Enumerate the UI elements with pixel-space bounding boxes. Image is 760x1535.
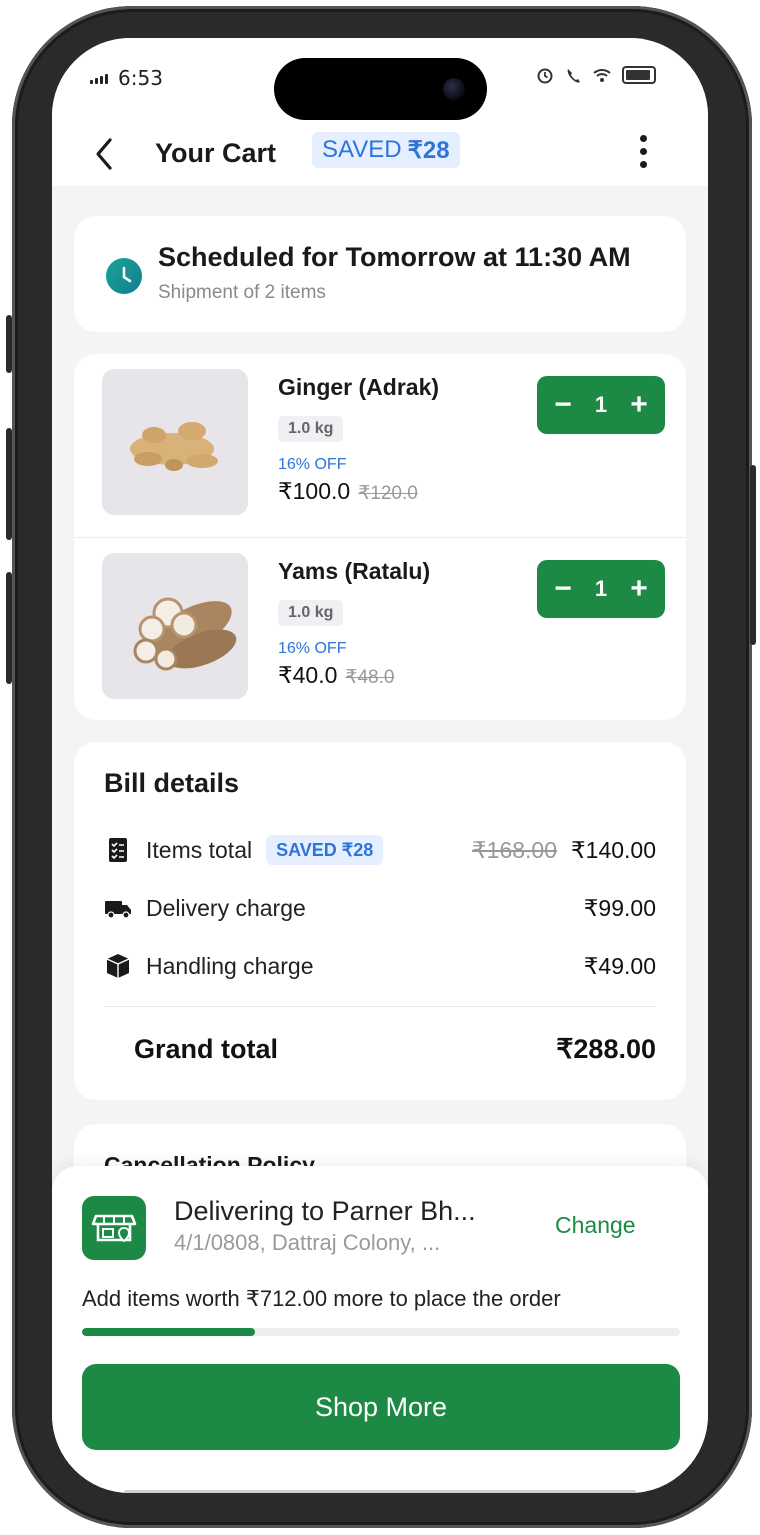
weight-tag: 1.0 kg xyxy=(278,600,344,626)
schedule-subtitle: Shipment of 2 items xyxy=(158,282,326,303)
schedule-title: Scheduled for Tomorrow at 11:30 AM xyxy=(158,242,631,272)
volume-up-button xyxy=(6,428,12,540)
home-indicator xyxy=(124,1490,636,1493)
plus-icon[interactable]: + xyxy=(627,390,651,420)
quantity-value: 1 xyxy=(594,392,608,417)
items-total-label: Items total xyxy=(146,836,253,863)
cart-item: Ginger (Adrak) 1.0 kg 16% OFF ₹100.0 ₹12… xyxy=(74,354,686,537)
top-bar: Your Cart SAVED ₹28 xyxy=(52,128,708,186)
min-order-progress-fill xyxy=(82,1328,256,1336)
schedule-card: Scheduled for Tomorrow at 11:30 AM Shipm… xyxy=(74,216,686,332)
handling-charge-label: Handling charge xyxy=(146,952,314,979)
quantity-stepper: − 1 + xyxy=(537,560,665,618)
selling-price: ₹100.0 xyxy=(278,478,351,504)
items-saved-badge: SAVED ₹28 xyxy=(266,835,384,865)
saved-badge: SAVED ₹28 xyxy=(312,132,460,168)
grand-total-value: ₹288.00 xyxy=(556,1034,656,1064)
weight-tag: 1.0 kg xyxy=(278,416,344,442)
alarm-icon xyxy=(537,68,553,84)
mrp-price: ₹48.0 xyxy=(345,667,395,688)
kebab-menu-icon[interactable] xyxy=(638,132,648,174)
price-row: ₹40.0 ₹48.0 xyxy=(278,662,394,689)
delivery-charge-value: ₹99.00 xyxy=(583,894,656,921)
product-image-ginger[interactable] xyxy=(102,369,248,515)
discount-label: 16% OFF xyxy=(278,456,347,473)
action-button xyxy=(6,315,12,373)
mrp-price: ₹120.0 xyxy=(358,483,418,504)
checklist-icon xyxy=(109,838,127,862)
cart-items-card: Ginger (Adrak) 1.0 kg 16% OFF ₹100.0 ₹12… xyxy=(74,354,686,720)
items-total-value: ₹140.00 xyxy=(571,836,656,863)
back-arrow-icon[interactable] xyxy=(90,134,120,174)
minus-icon[interactable]: − xyxy=(551,390,575,420)
selling-price: ₹40.0 xyxy=(278,662,338,688)
quantity-value: 1 xyxy=(594,576,608,601)
volume-down-button xyxy=(6,572,12,684)
saved-badge-amount: ₹28 xyxy=(407,136,450,164)
change-address-link[interactable]: Change xyxy=(555,1212,636,1239)
min-order-message: Add items worth ₹712.00 more to place th… xyxy=(82,1286,561,1311)
wifi-call-icon xyxy=(567,69,580,83)
discount-label: 16% OFF xyxy=(278,640,347,657)
plus-icon[interactable]: + xyxy=(627,574,651,604)
battery-icon xyxy=(622,66,656,84)
product-name[interactable]: Yams (Ratalu) xyxy=(278,558,430,585)
power-button xyxy=(750,465,756,645)
product-name[interactable]: Ginger (Adrak) xyxy=(278,374,439,401)
wifi-icon xyxy=(593,69,611,82)
saved-badge-label: SAVED xyxy=(322,136,402,163)
checkout-sheet: Delivering to Parner Bh... 4/1/0808, Dat… xyxy=(52,1166,708,1493)
bill-divider xyxy=(104,1006,656,1007)
delivery-title: Delivering to Parner Bh... xyxy=(174,1196,476,1226)
page-title: Your Cart xyxy=(155,138,277,168)
box-icon xyxy=(106,954,130,978)
clock-icon xyxy=(106,258,142,294)
minus-icon[interactable]: − xyxy=(551,574,575,604)
delivery-charge-row: Delivery charge ₹99.00 xyxy=(104,888,656,928)
truck-icon xyxy=(105,901,131,919)
price-row: ₹100.0 ₹120.0 xyxy=(278,478,418,505)
bill-title: Bill details xyxy=(104,768,240,798)
grand-total-label: Grand total xyxy=(134,1034,279,1064)
store-icon xyxy=(82,1196,146,1260)
shop-more-button[interactable]: Shop More xyxy=(82,1364,680,1450)
status-time: 6:53 xyxy=(118,66,163,90)
screen: 6:53 Your Cart SAVED ₹28 Scheduled for T… xyxy=(52,38,708,1493)
items-total-row: Items total SAVED ₹28 ₹168.00 ₹140.00 xyxy=(104,830,656,870)
cart-item: Yams (Ratalu) 1.0 kg 16% OFF ₹40.0 ₹48.0… xyxy=(74,537,686,721)
min-order-progress xyxy=(82,1328,680,1336)
product-image-yams[interactable] xyxy=(102,553,248,699)
quantity-stepper: − 1 + xyxy=(537,376,665,434)
signal-icon xyxy=(90,74,108,84)
delivery-address: 4/1/0808, Dattraj Colony, ... xyxy=(174,1230,441,1255)
handling-charge-value: ₹49.00 xyxy=(583,952,656,979)
delivery-charge-label: Delivery charge xyxy=(146,894,306,921)
dynamic-island xyxy=(274,58,487,120)
handling-charge-row: Handling charge ₹49.00 xyxy=(104,946,656,986)
bill-details-card: Bill details Items total SAVED ₹28 ₹168.… xyxy=(74,742,686,1100)
items-total-mrp: ₹168.00 xyxy=(472,836,558,863)
